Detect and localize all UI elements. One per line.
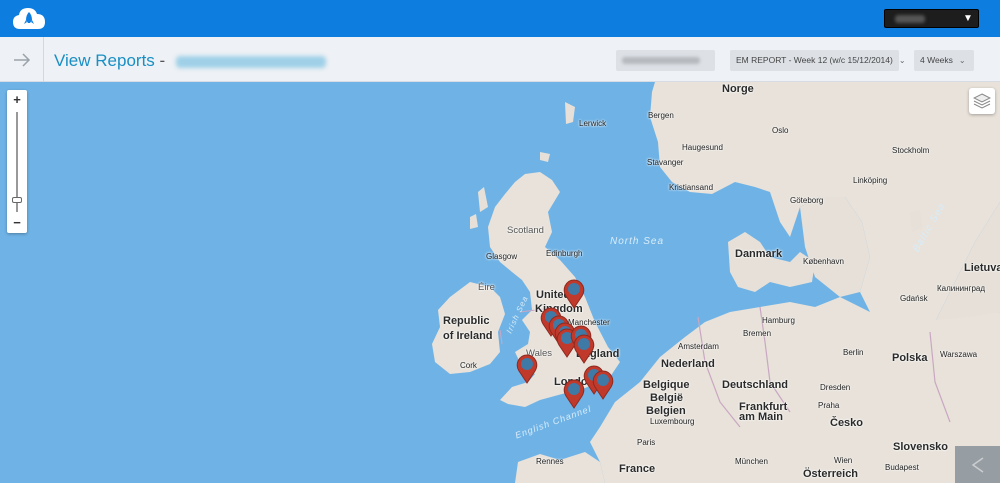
label-north-sea: North Sea xyxy=(610,236,665,247)
label-nederland: Nederland xyxy=(661,358,715,370)
report-select-value: EM REPORT - Week 12 (w/c 15/12/2014) xyxy=(736,55,893,65)
label-lerwick: Lerwick xyxy=(579,119,607,128)
label-praha: Praha xyxy=(818,401,840,410)
account-select[interactable] xyxy=(616,50,715,71)
username-redacted xyxy=(895,15,925,23)
label-republic: Republic xyxy=(443,315,490,327)
label-budapest: Budapest xyxy=(885,463,919,472)
period-select[interactable]: 4 Weeks ⌄ xyxy=(914,50,974,71)
label-munchen: München xyxy=(735,457,768,466)
label-dresden: Dresden xyxy=(820,383,851,392)
label-osterreich: Österreich xyxy=(803,468,859,480)
map-pin-icon[interactable] xyxy=(592,370,614,400)
title-separator: - xyxy=(159,51,166,70)
arrow-left-icon xyxy=(971,456,983,473)
map-pin-icon[interactable] xyxy=(516,354,538,384)
label-haugesund: Haugesund xyxy=(682,143,723,152)
label-glasgow: Glasgow xyxy=(486,252,518,261)
user-menu[interactable]: ▼ xyxy=(884,9,979,28)
page-header: View Reports - EM REPORT - Week 12 (w/c … xyxy=(0,37,1000,82)
label-linkoping: Linköping xyxy=(853,176,888,185)
map-pin-icon[interactable] xyxy=(563,379,585,409)
layers-button[interactable] xyxy=(969,88,995,114)
chevron-down-icon[interactable]: ▼ xyxy=(961,12,975,26)
label-kristiansand: Kristiansand xyxy=(669,183,714,192)
chevron-down-icon: ⌄ xyxy=(898,56,906,65)
label-danmark: Danmark xyxy=(735,248,783,260)
label-kaliningrad: Калининград xyxy=(937,284,986,293)
zoom-in-button[interactable]: + xyxy=(7,91,27,109)
label-edinburgh: Edinburgh xyxy=(546,249,583,258)
label-goteborg: Göteborg xyxy=(790,196,824,205)
period-select-value: 4 Weeks xyxy=(920,55,953,65)
label-of-ireland: of Ireland xyxy=(443,330,493,342)
label-rennes: Rennes xyxy=(536,457,564,466)
label-slovensko: Slovensko xyxy=(893,441,949,453)
label-stockholm: Stockholm xyxy=(892,146,930,155)
label-france: France xyxy=(619,463,656,475)
page-title: View Reports - xyxy=(54,51,326,71)
label-bremen: Bremen xyxy=(743,329,772,338)
label-am-main: am Main xyxy=(739,411,784,423)
label-belgique: Belgique xyxy=(643,379,690,391)
map-pin-icon[interactable] xyxy=(563,279,585,309)
zoom-out-button[interactable]: − xyxy=(7,214,27,232)
label-bergen: Bergen xyxy=(648,111,674,120)
label-deutschland: Deutschland xyxy=(722,379,789,391)
label-stavanger: Stavanger xyxy=(647,158,684,167)
page-title-text: View Reports xyxy=(54,51,155,70)
label-belgie: België xyxy=(650,392,684,404)
label-paris: Paris xyxy=(637,438,656,447)
label-kobenhavn: København xyxy=(803,257,844,266)
account-name-redacted xyxy=(622,57,700,65)
label-scotland: Scotland xyxy=(507,225,544,236)
label-luxembourg: Luxembourg xyxy=(650,417,695,426)
label-cork: Cork xyxy=(460,361,477,370)
label-amsterdam: Amsterdam xyxy=(678,342,719,351)
label-polska: Polska xyxy=(892,352,928,364)
collapse-panel-button[interactable] xyxy=(955,446,1000,483)
arrow-right-icon xyxy=(13,52,30,67)
zoom-control: + − xyxy=(7,90,27,233)
back-button[interactable] xyxy=(0,37,44,82)
label-cesko: Česko xyxy=(830,417,864,429)
zoom-slider-handle[interactable] xyxy=(12,197,22,203)
report-select[interactable]: EM REPORT - Week 12 (w/c 15/12/2014) ⌄ xyxy=(730,50,906,71)
report-name-redacted xyxy=(175,55,326,68)
label-gdansk: Gdańsk xyxy=(900,294,928,303)
map-view[interactable]: Norge Lerwick Bergen Oslo Haugesund Stav… xyxy=(0,82,1000,483)
label-belgien: Belgien xyxy=(646,405,686,417)
chevron-down-icon: ⌄ xyxy=(958,56,966,65)
label-eire: Éire xyxy=(478,282,495,293)
map-pin-icon[interactable] xyxy=(573,334,595,364)
label-norge: Norge xyxy=(722,83,754,95)
cloud-rocket-icon[interactable] xyxy=(12,5,46,32)
label-warszawa: Warszawa xyxy=(940,350,978,359)
top-bar: ▼ xyxy=(0,0,1000,37)
label-hamburg: Hamburg xyxy=(762,316,795,325)
label-oslo: Oslo xyxy=(772,126,789,135)
label-berlin: Berlin xyxy=(843,348,864,357)
layers-icon xyxy=(973,93,991,109)
label-wien: Wien xyxy=(834,456,853,465)
label-lietuva: Lietuva xyxy=(964,262,1000,274)
